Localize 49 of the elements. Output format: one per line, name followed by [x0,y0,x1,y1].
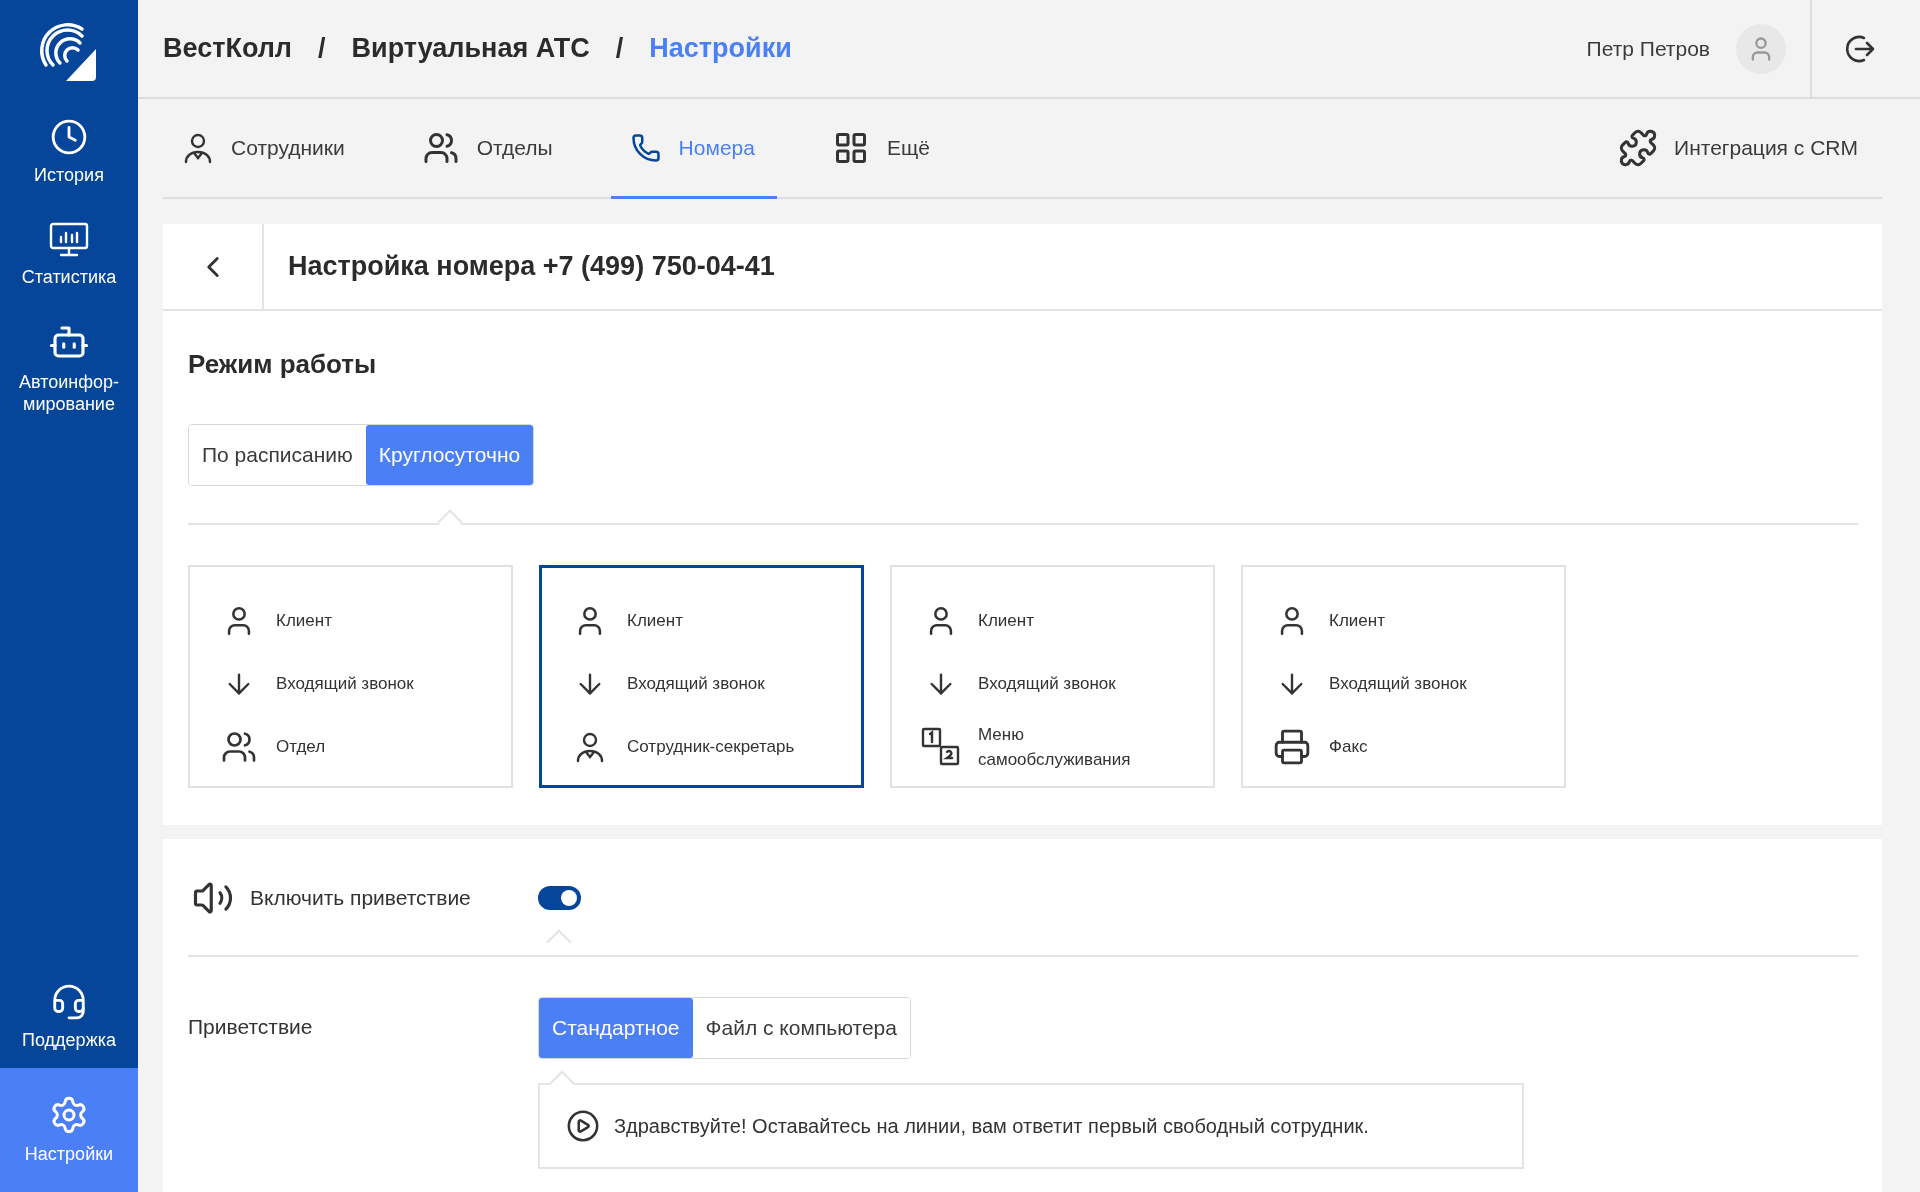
puzzle-icon [1618,128,1659,168]
breadcrumb-separator: / [615,33,624,64]
step-label: Входящий звонок [627,673,765,695]
section-heading: Режим работы [188,349,378,380]
scenario-card[interactable]: Клиент Входящий звонок Меню самообслуживания [890,565,1215,788]
breadcrumb-link[interactable]: Виртуальная АТС [351,33,590,64]
nav-tab[interactable]: Отделы [402,99,575,199]
avatar[interactable] [1736,23,1786,74]
sidebar-item[interactable]: Статистика [0,203,138,306]
step-label: Клиент [276,610,332,632]
numbered-squares-icon [921,726,961,767]
step-label: Сотрудник-секретарь [627,736,795,758]
step-label: Входящий звонок [1329,673,1467,695]
nav-tab[interactable]: Сотрудники [163,99,367,199]
step-label: Клиент [1329,610,1385,632]
greeting-text: Здравствуйте! Оставайтесь на линии, вам ответит первый свободный сотрудник. [614,1114,1369,1138]
toggle-switch[interactable] [538,886,581,910]
clock-icon [50,117,88,156]
field-label: Приветствие [188,1014,314,1039]
person-icon [183,131,213,164]
step-label: Входящий звонок [978,673,1116,695]
sidebar-item[interactable]: Настройки [0,1068,138,1192]
phone-icon [630,132,661,163]
nav-tab[interactable]: Ещё [812,99,952,199]
user-name: Петр Петров [1586,36,1710,61]
breadcrumb-separator: / [318,33,326,64]
segment-button[interactable]: Стандартное [539,998,693,1058]
toggle-label: Включить приветствие [250,886,472,910]
bar-chart-monitor-icon [49,221,89,258]
sidebar-item[interactable]: Поддержка [0,965,138,1068]
person-icon [575,730,605,763]
step-label: Входящий звонок [276,673,414,695]
step-label: Факс [1329,736,1368,758]
step-label: Отдел [276,736,326,758]
integration-link[interactable]: Интеграция с CRM [1618,99,1882,197]
printer-icon [1273,727,1311,766]
scenario-card[interactable]: Клиент Входящий звонок Отдел [188,565,513,788]
play-icon[interactable] [566,1109,600,1143]
step-label: Клиент [978,610,1034,632]
headset-icon [50,982,88,1021]
step-label: Меню самообслуживания [978,723,1132,771]
page-title: Настройка номера +7 (499) 750-04-41 [287,251,775,282]
settings-icon [49,1095,89,1135]
sidebar-item[interactable]: Автоинфор-мирование [0,306,138,430]
breadcrumb-link[interactable]: ВестКолл [163,33,292,64]
scenario-card[interactable]: Клиент Входящий звонок Факс [1241,565,1566,788]
sidebar-item[interactable]: История [0,100,138,203]
scenario-card[interactable]: Клиент Входящий звонок Сотрудник-секретарь [539,565,864,788]
step-label: Клиент [627,610,683,632]
